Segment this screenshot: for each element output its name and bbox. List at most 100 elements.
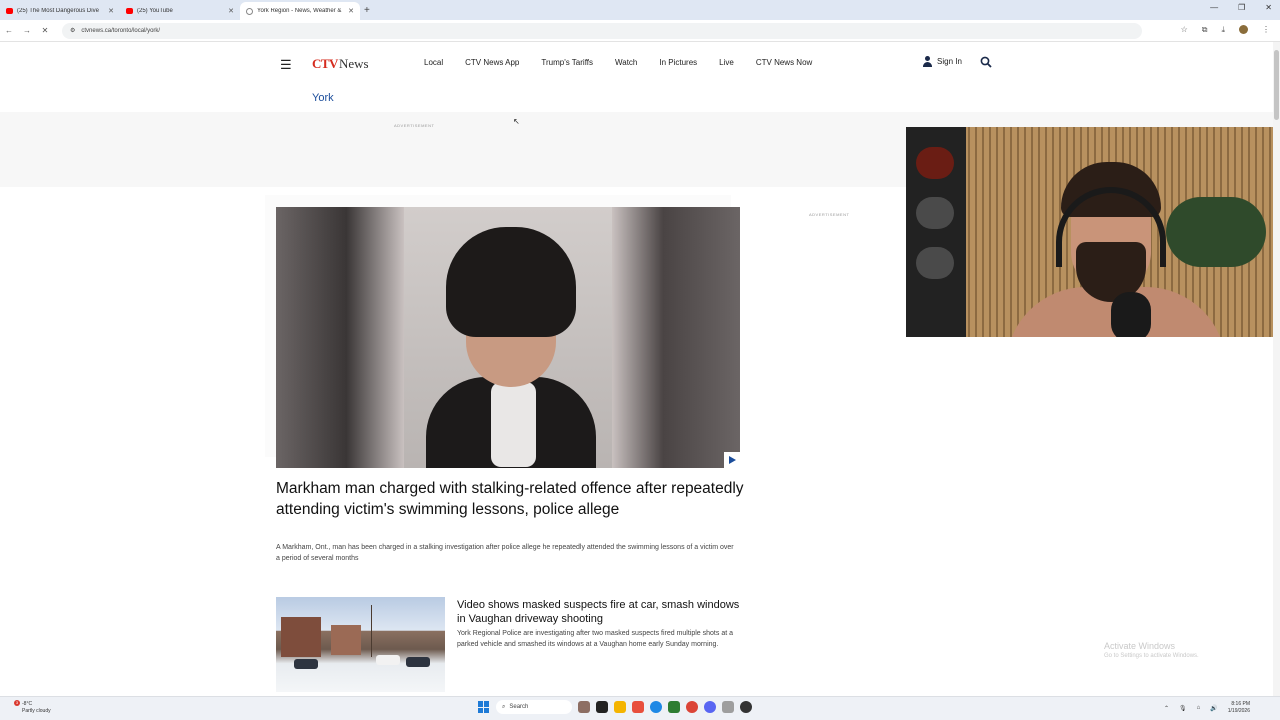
nav-item-live[interactable]: Live — [719, 58, 734, 67]
search-icon[interactable] — [980, 56, 992, 68]
car-shape — [406, 657, 430, 667]
nav-item-trumps-tariffs[interactable]: Trump's Tariffs — [541, 58, 593, 67]
house-shape — [331, 625, 361, 655]
sign-in-button[interactable]: Sign In — [922, 56, 962, 67]
nav-item-in-pictures[interactable]: In Pictures — [659, 58, 697, 67]
nav-item-ctv-news-app[interactable]: CTV News App — [465, 58, 519, 67]
browser-tab-bar: (25) The Most Dangerous Dive ✕ (25) YouT… — [0, 0, 1280, 20]
menu-icon[interactable]: ⋮ — [1262, 25, 1270, 35]
browser-toolbar: ← → ✕ ⚙ ctvnews.ca/toronto/local/york/ ☆… — [0, 20, 1280, 42]
close-window-icon[interactable]: ✕ — [1265, 3, 1272, 12]
taskbar-apps: ⌕ Search — [478, 700, 752, 714]
mouse-cursor-icon: ↖ — [513, 117, 520, 126]
scrollbar-thumb[interactable] — [1274, 50, 1279, 120]
helmet-shape — [916, 247, 954, 279]
watermark-title: Activate Windows — [1104, 641, 1176, 651]
second-story-summary: York Regional Police are investigating a… — [457, 630, 733, 648]
tab-title: York Region - News, Weather & — [257, 8, 342, 14]
taskbar-search[interactable]: ⌕ Search — [496, 700, 572, 714]
new-tab-button[interactable]: + — [364, 2, 370, 20]
obs-icon[interactable] — [740, 701, 752, 713]
chrome-icon[interactable] — [686, 701, 698, 713]
main-nav: Local CTV News App Trump's Tariffs Watch… — [424, 58, 834, 67]
window-controls: — ❐ ✕ — [1210, 3, 1272, 12]
windows-taskbar: 3 -8°C Partly cloudy ⌕ Search ⌃ 🎙 ⌂ 🔊 8:… — [0, 696, 1280, 720]
app-icon[interactable] — [632, 701, 644, 713]
url-text: ctvnews.ca/toronto/local/york/ — [81, 27, 161, 34]
mugshot-hair — [446, 227, 576, 337]
app-icon[interactable] — [668, 701, 680, 713]
system-tray: ⌃ 🎙 ⌂ 🔊 8:16 PM 1/19/2026 — [1164, 701, 1250, 715]
system-clock[interactable]: 8:16 PM 1/19/2026 — [1228, 701, 1250, 715]
browser-tab[interactable]: (25) YouTube ✕ — [120, 2, 240, 20]
ad-label: ADVERTISEMENT — [394, 123, 435, 128]
settings-icon[interactable] — [722, 701, 734, 713]
watermark-subtitle: Go to Settings to activate Windows. — [1104, 653, 1199, 659]
forward-icon[interactable]: → — [18, 26, 36, 35]
clock-time: 8:16 PM — [1231, 701, 1250, 707]
weather-widget[interactable]: -8°C Partly cloudy — [22, 701, 51, 715]
file-explorer-icon[interactable] — [614, 701, 626, 713]
edge-icon[interactable] — [650, 701, 662, 713]
weather-temp: -8°C — [22, 701, 33, 707]
mugshot-collar — [491, 382, 536, 467]
volume-icon[interactable]: 🔊 — [1210, 705, 1217, 712]
windows-start-icon[interactable] — [478, 701, 490, 713]
extensions-icon[interactable]: ⧉ — [1202, 25, 1208, 35]
site-header: ☰ CTV News Local CTV News App Trump's Ta… — [0, 42, 1280, 112]
site-info-icon[interactable]: ⚙ — [70, 27, 75, 34]
activate-windows-watermark: Activate Windows Go to Settings to activ… — [1104, 641, 1199, 659]
tree-shape — [371, 605, 393, 657]
logo-news: News — [338, 56, 369, 71]
search-placeholder: Search — [509, 704, 529, 710]
lead-story-image[interactable] — [276, 207, 740, 468]
clock-date: 1/19/2026 — [1227, 708, 1250, 714]
site-favicon-icon — [246, 7, 253, 15]
page-scrollbar[interactable] — [1273, 42, 1280, 696]
minimize-icon[interactable]: — — [1210, 3, 1218, 12]
toolbar-actions: ☆ ⧉ ⤓ ⋮ — [1181, 25, 1270, 35]
helmet-shape — [916, 197, 954, 229]
youtube-icon — [6, 8, 13, 14]
lead-story-summary: A Markham, Ont., man has been charged in… — [276, 544, 734, 562]
bookmark-star-icon[interactable]: ☆ — [1181, 25, 1188, 35]
profile-avatar[interactable] — [1239, 25, 1248, 34]
network-icon[interactable]: ⌂ — [1197, 705, 1201, 711]
task-view-icon[interactable] — [578, 701, 590, 713]
browser-tab[interactable]: (25) The Most Dangerous Dive ✕ — [0, 2, 120, 20]
car-shape — [376, 655, 400, 665]
nav-item-local[interactable]: Local — [424, 58, 443, 67]
lead-story-headline[interactable]: Markham man charged with stalking-relate… — [276, 478, 746, 520]
youtube-icon — [126, 8, 133, 14]
browser-tab-active[interactable]: York Region - News, Weather & ✕ — [240, 2, 360, 20]
stop-icon[interactable]: ✕ — [36, 26, 54, 35]
house-shape — [281, 617, 321, 657]
image-blur-right — [612, 207, 740, 468]
terminal-icon[interactable] — [596, 701, 608, 713]
helmet-shape — [916, 147, 954, 179]
download-icon[interactable]: ⤓ — [1221, 25, 1225, 35]
second-story-headline[interactable]: Video shows masked suspects fire at car,… — [457, 598, 742, 626]
notification-badge: 3 — [14, 700, 20, 706]
maximize-icon[interactable]: ❐ — [1238, 3, 1245, 12]
microphone-icon[interactable]: 🎙 — [1179, 705, 1187, 712]
weather-desc: Partly cloudy — [22, 708, 51, 714]
close-icon[interactable]: ✕ — [228, 7, 234, 15]
section-title[interactable]: York — [312, 92, 334, 104]
close-icon[interactable]: ✕ — [348, 7, 354, 15]
tab-title: (25) YouTube — [137, 8, 173, 14]
plant-shape — [1166, 197, 1266, 267]
ctv-news-logo[interactable]: CTV News — [312, 56, 369, 72]
chevron-up-icon[interactable]: ⌃ — [1164, 705, 1169, 712]
close-icon[interactable]: ✕ — [108, 7, 114, 15]
back-icon[interactable]: ← — [0, 26, 18, 35]
nav-item-watch[interactable]: Watch — [615, 58, 637, 67]
logo-ctv: CTV — [312, 56, 338, 71]
nav-item-ctv-news-now[interactable]: CTV News Now — [756, 58, 812, 67]
hamburger-menu-icon[interactable]: ☰ — [280, 57, 292, 73]
car-shape — [294, 659, 318, 669]
address-bar[interactable]: ⚙ ctvnews.ca/toronto/local/york/ — [62, 22, 1142, 39]
discord-icon[interactable] — [704, 701, 716, 713]
video-play-icon[interactable] — [724, 452, 740, 468]
second-story-image[interactable] — [276, 597, 445, 692]
